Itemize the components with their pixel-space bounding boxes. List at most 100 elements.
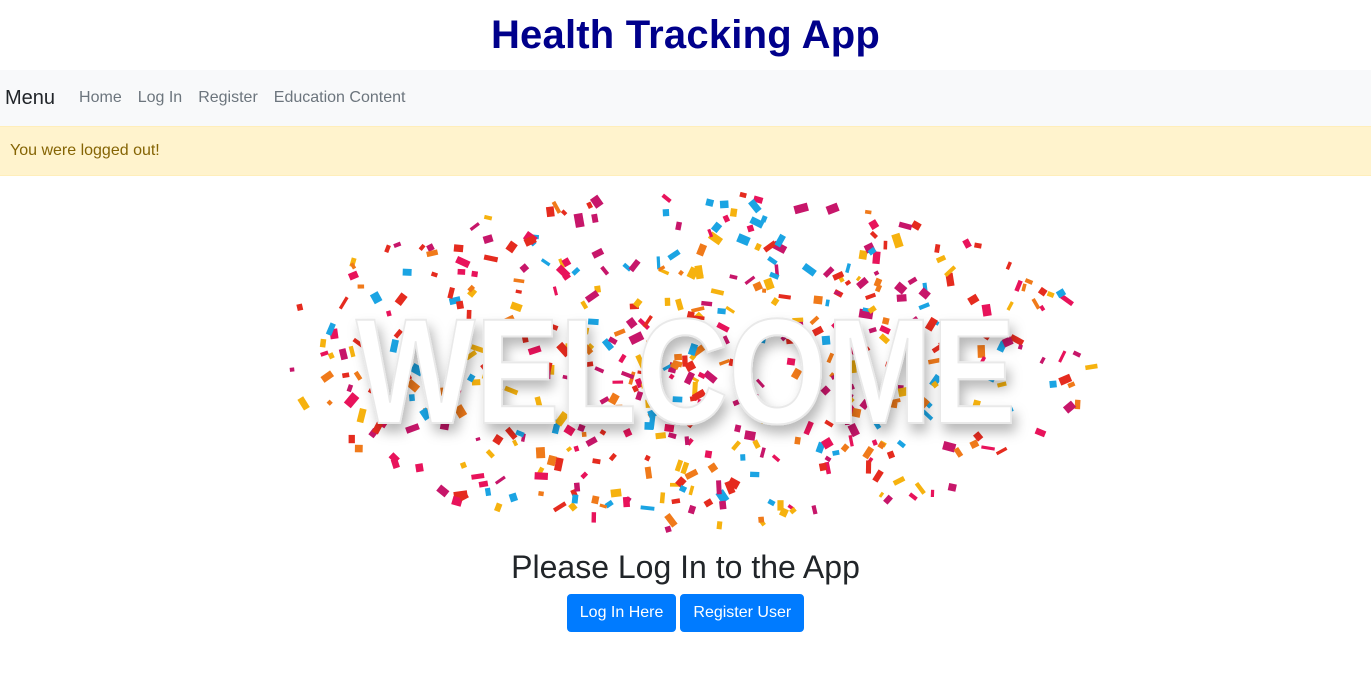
confetti-piece: [933, 243, 940, 254]
confetti-piece: [454, 255, 471, 269]
confetti-piece: [1024, 278, 1033, 285]
confetti-piece: [735, 233, 751, 247]
confetti-piece: [483, 254, 498, 263]
confetti-piece: [914, 481, 926, 495]
confetti-piece: [493, 502, 502, 513]
confetti-piece: [644, 466, 652, 479]
confetti-piece: [348, 434, 355, 444]
confetti-piece: [504, 240, 518, 254]
confetti-piece: [1074, 399, 1081, 410]
confetti-piece: [483, 214, 492, 221]
confetti-piece: [865, 460, 871, 474]
confetti-piece: [319, 350, 329, 357]
confetti-piece: [1062, 400, 1076, 414]
confetti-piece: [392, 241, 401, 249]
confetti-piece: [907, 276, 917, 286]
confetti-piece: [810, 505, 818, 515]
nav-link-home[interactable]: Home: [71, 89, 130, 107]
confetti-piece: [478, 480, 488, 488]
confetti-piece: [722, 214, 730, 223]
confetti-piece: [470, 270, 478, 278]
confetti-piece: [908, 492, 918, 501]
confetti-piece: [947, 482, 957, 492]
register-user-button[interactable]: Register User: [680, 594, 805, 632]
welcome-word: WELCOME: [356, 287, 1016, 455]
confetti-piece: [591, 512, 596, 523]
confetti-piece: [674, 221, 682, 231]
confetti-piece: [414, 463, 424, 473]
confetti-piece: [1072, 350, 1081, 358]
confetti-piece: [743, 275, 755, 285]
confetti-piece: [622, 496, 630, 508]
confetti-piece: [792, 202, 809, 215]
alert-message: You were logged out!: [10, 142, 160, 159]
confetti-piece: [666, 249, 681, 261]
confetti-piece: [871, 469, 884, 483]
confetti-piece: [1039, 356, 1046, 365]
confetti-piece: [663, 513, 678, 528]
log-in-here-button[interactable]: Log In Here: [566, 594, 677, 632]
confetti-piece: [1038, 304, 1045, 312]
confetti-piece: [289, 367, 294, 372]
confetti-piece: [766, 498, 776, 507]
confetti-piece: [591, 458, 601, 465]
confetti-piece: [662, 209, 669, 217]
action-buttons: Log In Here Register User: [0, 594, 1371, 632]
confetti-piece: [869, 230, 878, 240]
confetti-piece: [484, 487, 491, 497]
navbar: Menu Home Log In Register Education Cont…: [0, 70, 1371, 126]
navbar-brand[interactable]: Menu: [5, 87, 55, 110]
nav-link-log-in[interactable]: Log In: [130, 89, 190, 107]
confetti-piece: [664, 525, 672, 533]
confetti-piece: [715, 480, 722, 495]
confetti-piece: [456, 268, 465, 275]
confetti-piece: [459, 461, 467, 469]
confetti-piece: [430, 271, 438, 278]
confetti-piece: [639, 505, 655, 511]
confetti-piece: [327, 352, 335, 360]
confetti-piece: [882, 494, 893, 505]
confetti-piece: [545, 206, 555, 218]
confetti-piece: [469, 222, 480, 232]
confetti-piece: [470, 473, 484, 480]
confetti-piece: [533, 472, 548, 481]
confetti-piece: [346, 384, 353, 393]
confetti-piece: [864, 209, 872, 215]
confetti-piece: [494, 475, 506, 485]
confetti-piece: [771, 454, 780, 463]
confetti-piece: [973, 242, 982, 249]
confetti-piece: [677, 269, 684, 276]
welcome-banner: WELCOME: [266, 191, 1106, 546]
confetti-piece: [295, 303, 303, 311]
confetti-piece: [348, 345, 355, 358]
confetti-piece: [695, 243, 707, 257]
nav-link-register[interactable]: Register: [190, 89, 266, 107]
confetti-piece: [1034, 427, 1046, 438]
confetti-piece: [326, 399, 333, 406]
confetti-piece: [844, 263, 851, 274]
confetti-piece: [338, 296, 349, 310]
confetti-piece: [844, 279, 851, 286]
confetti-piece: [319, 370, 334, 383]
confetti-piece: [702, 498, 713, 508]
confetti-piece: [609, 488, 622, 498]
prompt-heading: Please Log In to the App: [511, 549, 860, 585]
confetti-piece: [402, 268, 412, 276]
confetti-piece: [716, 521, 722, 530]
confetti-piece: [512, 278, 524, 284]
confetti-piece: [910, 220, 922, 231]
confetti-piece: [707, 462, 718, 473]
confetti-piece: [739, 454, 745, 461]
confetti-piece: [873, 270, 879, 276]
confetti-piece: [571, 494, 578, 504]
confetti-piece: [338, 348, 348, 361]
confetti-piece: [508, 492, 518, 503]
confetti-piece: [704, 198, 714, 207]
confetti-piece: [801, 262, 817, 277]
confetti-piece: [540, 258, 551, 267]
confetti-piece: [930, 489, 934, 498]
confetti-piece: [599, 265, 609, 276]
confetti-piece: [590, 247, 604, 259]
confetti-piece: [718, 500, 727, 510]
nav-link-education-content[interactable]: Education Content: [266, 89, 414, 107]
